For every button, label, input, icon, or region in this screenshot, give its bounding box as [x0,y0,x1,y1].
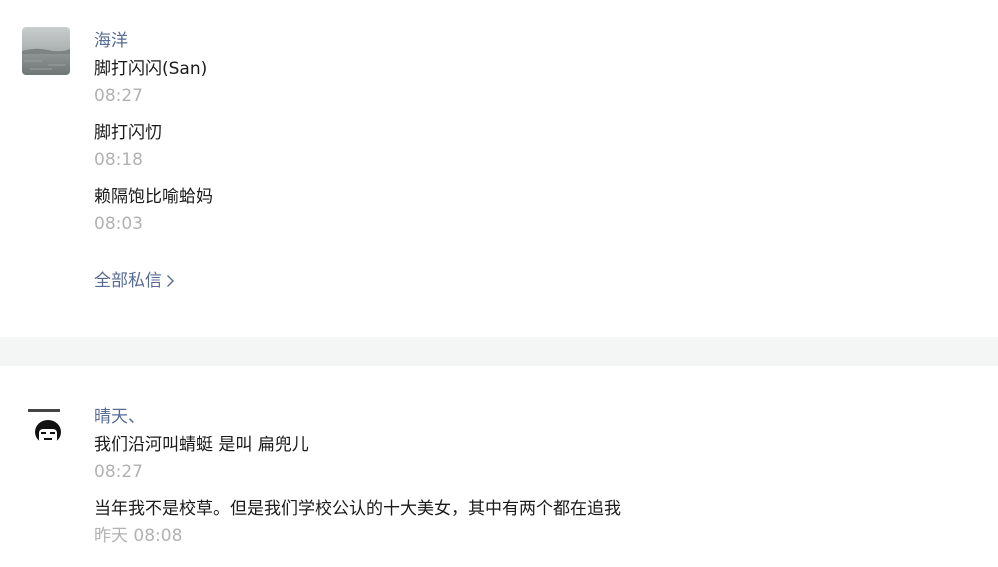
contact-name[interactable]: 海洋 [94,30,978,52]
section-divider [0,337,998,366]
conversation-card: 晴天、 我们沿河叫蜻蜓 是叫 扁兜儿 08:27 当年我不是校草。但是我们学校公… [0,366,998,567]
chevron-right-icon [167,275,174,287]
contact-name[interactable]: 晴天、 [94,406,978,428]
message-text: 脚打闪忉 [94,123,162,143]
meme-face-avatar-image [22,405,70,453]
message-item[interactable]: 赖隔饱比喻蛤妈 08:03 [94,186,978,235]
message-item[interactable]: 当年我不是校草。但是我们学校公认的十大美女，其中有两个都在追我 昨天 08:08 [94,498,978,547]
message-time: 08:18 [94,150,143,170]
message-text: 脚打闪闪(San) [94,59,208,79]
all-messages-label: 全部私信 [94,271,162,291]
message-item[interactable]: 脚打闪闪(San) 08:27 [94,58,978,107]
avatar[interactable] [22,27,70,75]
message-time: 08:27 [94,462,143,482]
message-item[interactable]: 脚打闪忉 08:18 [94,122,978,171]
avatar[interactable] [22,405,70,453]
message-text: 当年我不是校草。但是我们学校公认的十大美女，其中有两个都在追我 [94,499,621,519]
message-time: 08:03 [94,214,143,234]
all-messages-link[interactable]: 全部私信 [94,270,175,292]
message-text: 赖隔饱比喻蛤妈 [94,187,213,207]
message-time: 昨天 08:08 [94,526,183,546]
message-time: 08:27 [94,86,143,106]
conversation-card: 海洋 脚打闪闪(San) 08:27 脚打闪忉 08:18 赖隔饱比喻蛤妈 08… [0,0,998,337]
seascape-avatar-image [22,27,70,75]
message-text: 我们沿河叫蜻蜓 是叫 扁兜儿 [94,435,309,455]
message-item[interactable]: 我们沿河叫蜻蜓 是叫 扁兜儿 08:27 [94,434,978,483]
